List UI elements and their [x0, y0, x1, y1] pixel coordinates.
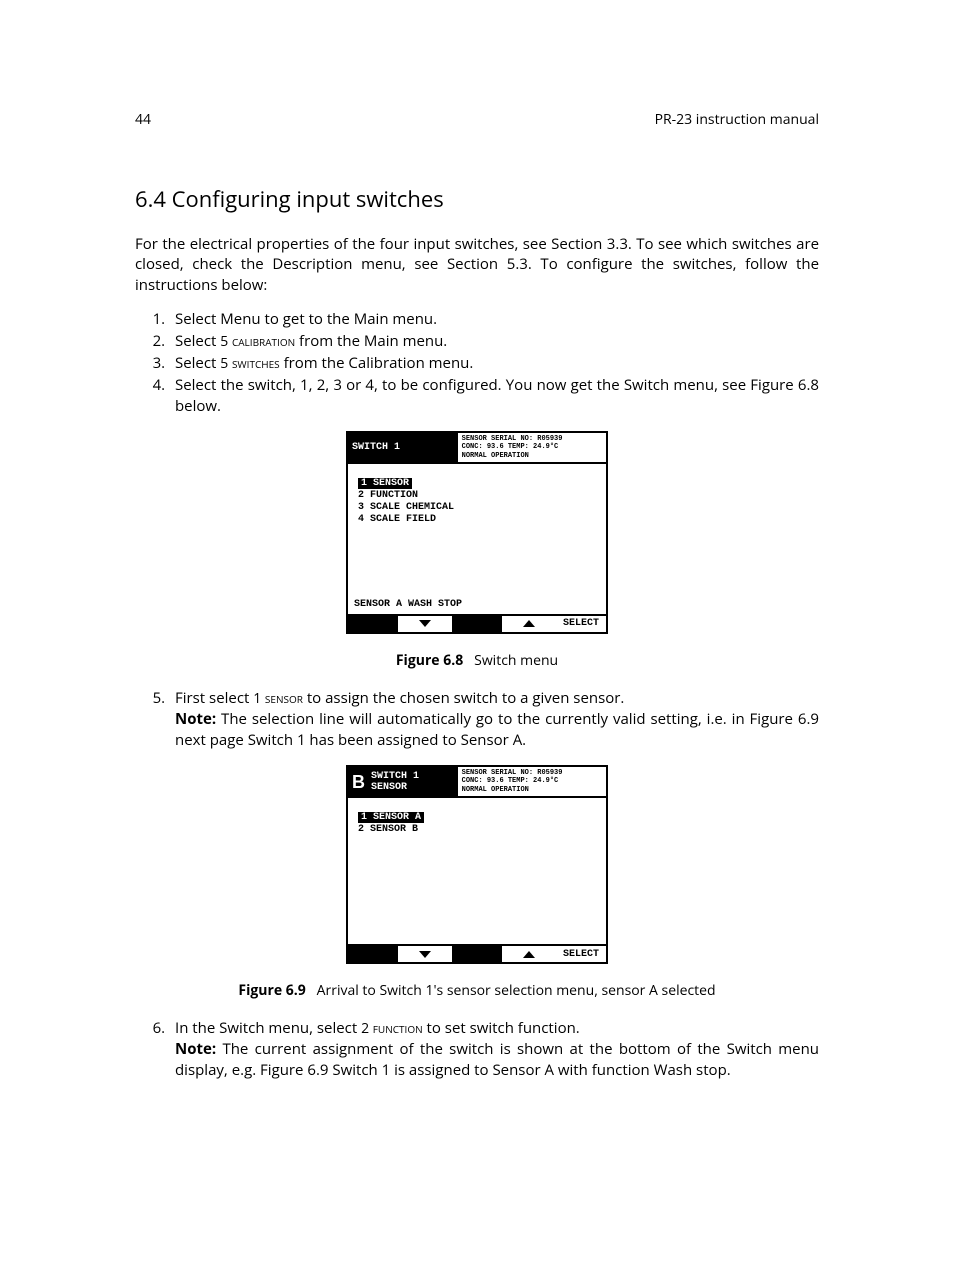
device-header: B SWITCH 1 SENSOR SENSOR SERIAL NO: R059… [348, 767, 606, 798]
status-line: SENSOR A WASH STOP [354, 599, 462, 610]
softkey-select: SELECT [556, 946, 606, 962]
menu-item-scale-field: 4 SCALE FIELD [358, 514, 596, 525]
device-screen-68: SWITCH 1 SENSOR SERIAL NO: R05939 CONC: … [346, 431, 608, 634]
screen-title: SWITCH 1 SENSOR [371, 771, 454, 793]
figure-6-9: B SWITCH 1 SENSOR SENSOR SERIAL NO: R059… [135, 765, 819, 1000]
page-number: 44 [135, 110, 151, 129]
figure-caption-68: Figure 6.8 Switch menu [135, 651, 819, 670]
note-label: Note: [175, 709, 216, 729]
note-text: The current assignment of the switch is … [175, 1039, 819, 1080]
menu-item-scale-chemical: 3 SCALE CHEMICAL [358, 502, 596, 513]
step-4: Select the switch, 1, 2, 3 or 4, to be c… [169, 375, 819, 417]
device-body: 1 SENSOR A 2 SENSOR B [348, 798, 606, 944]
note-label: Note: [175, 1039, 216, 1059]
menu-item-sensor: 1 SENSOR [358, 478, 412, 489]
step-5: First select 1 sensor to assign the chos… [169, 688, 819, 751]
menu-ref-2-function: 2 function [361, 1019, 423, 1038]
device-body: 1 SENSOR 2 FUNCTION 3 SCALE CHEMICAL 4 S… [348, 464, 606, 614]
document-page: 44 PR-23 instruction manual 6.4 Configur… [0, 0, 954, 1195]
figure-6-8: SWITCH 1 SENSOR SERIAL NO: R05939 CONC: … [135, 431, 819, 670]
step-6: In the Switch menu, select 2 function to… [169, 1018, 819, 1081]
softkey-blank-1 [348, 616, 400, 632]
menu-ref-1-sensor: 1 sensor [253, 689, 303, 708]
device-softkeys: SELECT [348, 944, 606, 962]
arrow-up-icon [523, 620, 535, 627]
menu-ref-calibration: 5 calibration [220, 332, 295, 351]
header-left: SWITCH 1 [348, 433, 458, 462]
softkey-down [400, 616, 452, 632]
step-3: Select 5 switches from the Calibration m… [169, 353, 819, 374]
page-header: 44 PR-23 instruction manual [135, 110, 819, 129]
screen-title: SWITCH 1 [352, 442, 454, 453]
menu-item-sensor-a: 1 SENSOR A [358, 812, 424, 823]
menu-item-function: 2 FUNCTION [358, 490, 596, 501]
softkey-up [504, 616, 556, 632]
softkey-blank-2 [452, 616, 504, 632]
step-1: Select Menu to get to the Main menu. [169, 309, 819, 330]
section-heading: 6.4 Configuring input switches [135, 184, 819, 214]
softkey-select: SELECT [556, 616, 606, 632]
figure-caption-69: Figure 6.9 Arrival to Switch 1's sensor … [135, 981, 819, 1000]
arrow-up-icon [523, 951, 535, 958]
arrow-down-icon [419, 951, 431, 958]
device-softkeys: SELECT [348, 614, 606, 632]
header-right-status: SENSOR SERIAL NO: R05939 CONC: 93.6 TEMP… [458, 767, 606, 796]
softkey-blank-1 [348, 946, 400, 962]
note-text: The selection line will automatically go… [175, 709, 819, 750]
steps-list-c: In the Switch menu, select 2 function to… [135, 1018, 819, 1081]
intro-paragraph: For the electrical properties of the fou… [135, 234, 819, 295]
softkey-blank-2 [452, 946, 504, 962]
softkey-down [400, 946, 452, 962]
softkey-up [504, 946, 556, 962]
steps-list-a: Select Menu to get to the Main menu. Sel… [135, 309, 819, 417]
step-2: Select 5 calibration from the Main menu. [169, 331, 819, 352]
sensor-b-icon: B [352, 773, 365, 791]
menu-ref-switches: 5 switches [220, 354, 279, 373]
device-header: SWITCH 1 SENSOR SERIAL NO: R05939 CONC: … [348, 433, 606, 464]
menu-item-sensor-b: 2 SENSOR B [358, 824, 596, 835]
header-right-status: SENSOR SERIAL NO: R05939 CONC: 93.6 TEMP… [458, 433, 606, 462]
header-left: B SWITCH 1 SENSOR [348, 767, 458, 796]
device-screen-69: B SWITCH 1 SENSOR SENSOR SERIAL NO: R059… [346, 765, 608, 964]
arrow-down-icon [419, 620, 431, 627]
steps-list-b: First select 1 sensor to assign the chos… [135, 688, 819, 751]
manual-title: PR-23 instruction manual [655, 110, 819, 129]
